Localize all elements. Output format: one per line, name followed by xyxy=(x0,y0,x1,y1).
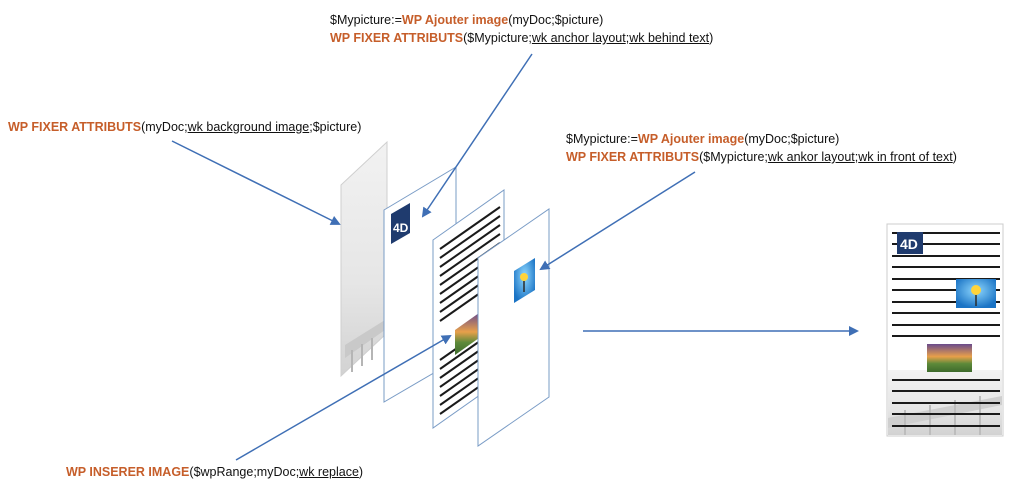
arrow-front-caption xyxy=(539,171,696,271)
result-4d-logo-icon: 4D xyxy=(897,232,923,254)
arrow-background-caption xyxy=(171,140,341,225)
svg-text:4D: 4D xyxy=(900,236,918,252)
result-landscape-image xyxy=(927,344,972,372)
svg-text:4D: 4D xyxy=(393,221,409,235)
result-page: 4D xyxy=(886,223,1004,437)
arrow-top-caption xyxy=(421,53,533,218)
result-lightbulb-icon xyxy=(956,279,996,308)
background-layer-page xyxy=(340,140,388,378)
layers-diagram: 4D 4D xyxy=(171,53,1004,461)
